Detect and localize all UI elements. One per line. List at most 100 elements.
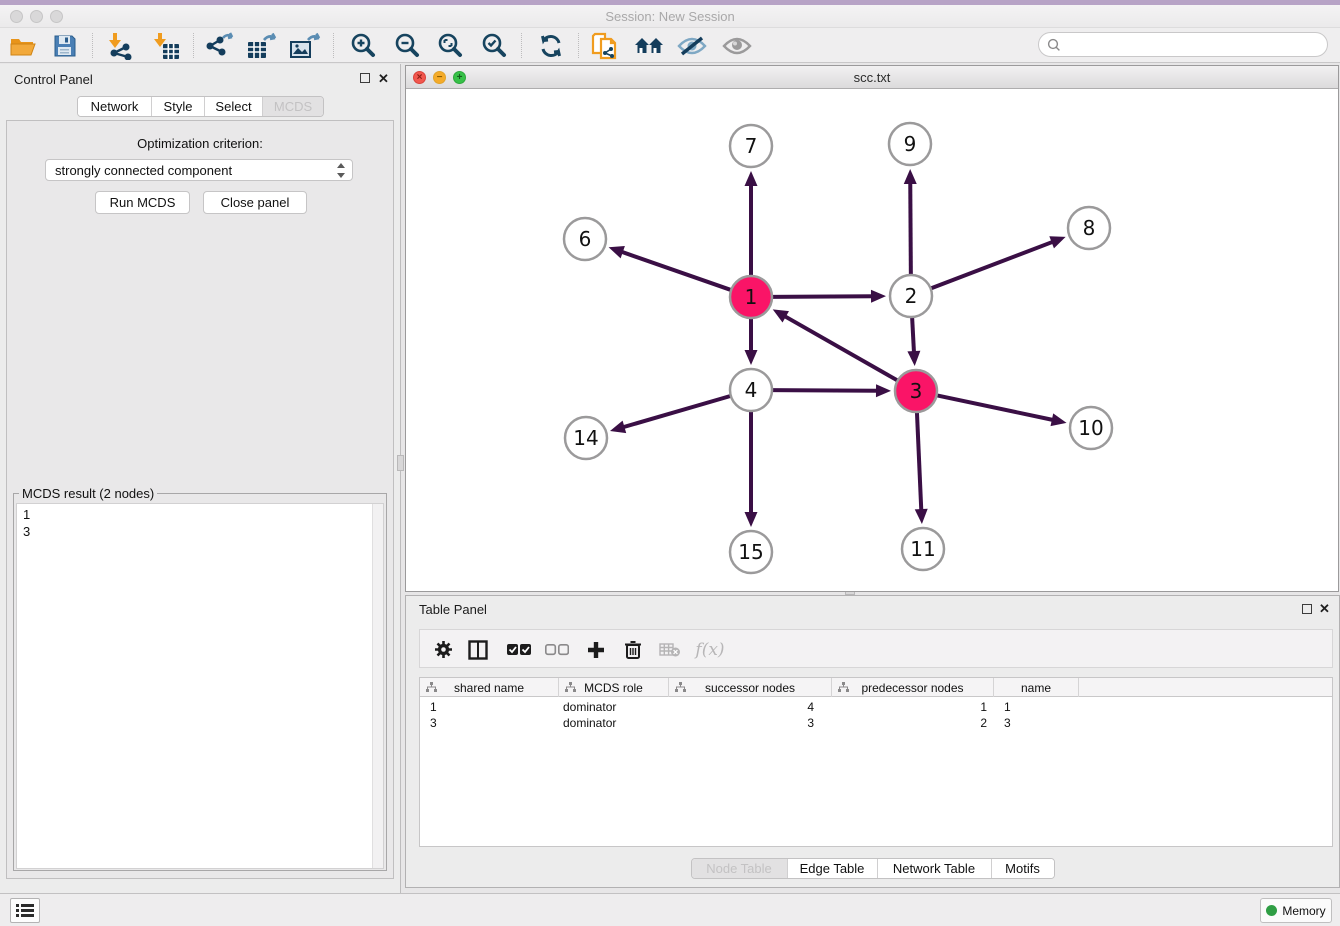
graph-node-label: 11 xyxy=(910,537,935,561)
zoom-in-icon[interactable] xyxy=(346,28,380,63)
column-header-mcds-role[interactable]: MCDS role xyxy=(559,678,669,697)
select-all-icon[interactable] xyxy=(504,630,534,669)
network-graph[interactable]: 7968124314101511 xyxy=(407,90,1339,592)
graph-edge-4-3[interactable] xyxy=(772,390,878,391)
search-icon xyxy=(1047,38,1061,52)
delete-column-icon[interactable] xyxy=(619,630,647,669)
new-network-from-selection-icon[interactable] xyxy=(588,28,622,63)
graph-edge-3-10[interactable] xyxy=(937,395,1054,420)
column-type-icon xyxy=(838,682,849,693)
control-panel-tabs: Network Style Select MCDS xyxy=(77,96,324,117)
table-row[interactable]: 3 dominator 3 2 3 xyxy=(420,715,1332,731)
graph-node-label: 2 xyxy=(905,284,918,308)
column-type-icon xyxy=(426,682,437,693)
tab-style[interactable]: Style xyxy=(152,97,205,116)
graph-edge-1-2[interactable] xyxy=(772,296,873,297)
graph-edge-3-1[interactable] xyxy=(784,316,898,381)
graph-node-label: 15 xyxy=(738,540,763,564)
graph-edge-arrowhead xyxy=(907,351,920,366)
graph-edge-4-14[interactable] xyxy=(622,396,730,428)
delete-table-icon xyxy=(656,630,684,669)
close-window-button[interactable] xyxy=(10,10,23,23)
deselect-all-icon[interactable] xyxy=(542,630,572,669)
result-scrollbar[interactable] xyxy=(372,504,383,868)
graph-edge-2-3[interactable] xyxy=(912,317,914,353)
graph-edge-3-11[interactable] xyxy=(917,412,921,511)
cell-mcds-role: dominator xyxy=(559,715,669,731)
toolbar-separator xyxy=(92,33,93,58)
graph-node-label: 8 xyxy=(1083,216,1096,240)
table-row[interactable]: 1 dominator 4 1 1 xyxy=(420,699,1332,715)
first-neighbors-icon[interactable] xyxy=(630,28,668,63)
vertical-splitter-handle[interactable] xyxy=(397,455,404,471)
column-header-predecessor-nodes[interactable]: predecessor nodes xyxy=(832,678,994,697)
graph-edge-arrowhead xyxy=(609,246,625,258)
tab-network-table[interactable]: Network Table xyxy=(878,859,992,878)
minimize-window-button[interactable] xyxy=(30,10,43,23)
criterion-value: strongly connected component xyxy=(55,163,232,178)
refresh-layout-icon[interactable] xyxy=(534,28,568,63)
float-panel-icon[interactable] xyxy=(360,73,370,83)
maximize-window-button[interactable] xyxy=(50,10,63,23)
cell-shared-name: 3 xyxy=(420,715,559,731)
graph-edge-2-8[interactable] xyxy=(931,242,1054,289)
zoom-out-icon[interactable] xyxy=(390,28,424,63)
add-column-icon[interactable] xyxy=(582,630,610,669)
export-table-icon[interactable] xyxy=(244,28,280,63)
graph-node-label: 6 xyxy=(579,227,592,251)
table-header-row: shared name MCDS role successor nodes pr… xyxy=(420,678,1332,697)
graph-edge-arrowhead xyxy=(1051,413,1067,426)
export-network-icon[interactable] xyxy=(201,28,237,63)
tab-select[interactable]: Select xyxy=(205,97,263,116)
import-network-icon[interactable] xyxy=(102,28,138,63)
tab-edge-table[interactable]: Edge Table xyxy=(788,859,878,878)
graph-edge-1-6[interactable] xyxy=(621,252,731,291)
graph-edge-2-9[interactable] xyxy=(910,182,911,275)
minimize-network-icon[interactable]: − xyxy=(433,71,446,84)
float-table-panel-icon[interactable] xyxy=(1302,604,1312,614)
close-network-icon[interactable]: × xyxy=(413,71,426,84)
column-layout-icon[interactable] xyxy=(464,630,492,669)
mcds-panel-body: Optimization criterion: strongly connect… xyxy=(6,120,394,879)
tab-motifs[interactable]: Motifs xyxy=(992,859,1054,878)
node-table[interactable]: shared name MCDS role successor nodes pr… xyxy=(419,677,1333,847)
table-panel: Table Panel ✕ f(x) xyxy=(405,595,1340,888)
zoom-network-icon[interactable]: + xyxy=(453,71,466,84)
graph-edge-arrowhead xyxy=(1049,236,1065,248)
graph-edge-arrowhead xyxy=(904,169,917,184)
network-window-titlebar: × − + scc.txt xyxy=(406,66,1338,89)
tab-node-table[interactable]: Node Table xyxy=(692,859,788,878)
column-header-shared-name[interactable]: shared name xyxy=(420,678,559,697)
criterion-select[interactable]: strongly connected component xyxy=(45,159,353,181)
column-header-name[interactable]: name xyxy=(994,678,1079,697)
graph-node-label: 4 xyxy=(745,378,758,402)
tab-network[interactable]: Network xyxy=(78,97,152,116)
close-panel-icon[interactable]: ✕ xyxy=(378,72,389,85)
column-header-successor-nodes[interactable]: successor nodes xyxy=(669,678,832,697)
column-type-icon xyxy=(675,682,686,693)
save-session-icon[interactable] xyxy=(48,28,82,63)
status-bar: Memory xyxy=(0,893,1340,926)
toolbar-separator xyxy=(578,33,579,58)
run-mcds-button[interactable]: Run MCDS xyxy=(95,191,190,214)
graph-node-label: 7 xyxy=(745,134,758,158)
hide-selected-icon[interactable] xyxy=(674,28,710,63)
application-window: Session: New Session xyxy=(0,0,1340,926)
zoom-fit-icon[interactable] xyxy=(433,28,467,63)
open-folder-icon[interactable] xyxy=(6,28,40,63)
memory-label: Memory xyxy=(1282,904,1325,918)
gear-icon[interactable] xyxy=(430,630,456,669)
tab-mcds[interactable]: MCDS xyxy=(263,97,323,116)
memory-button[interactable]: Memory xyxy=(1260,898,1332,923)
show-all-icon[interactable] xyxy=(719,28,755,63)
result-line: 3 xyxy=(17,523,383,540)
search-input[interactable] xyxy=(1038,32,1328,57)
function-builder-icon: f(x) xyxy=(692,630,728,669)
import-table-icon[interactable] xyxy=(147,28,183,63)
export-image-icon[interactable] xyxy=(287,28,323,63)
close-table-panel-icon[interactable]: ✕ xyxy=(1319,602,1330,615)
mcds-result-list[interactable]: 1 3 xyxy=(16,503,384,869)
task-history-button[interactable] xyxy=(10,898,40,923)
zoom-selected-icon[interactable] xyxy=(477,28,511,63)
close-panel-button[interactable]: Close panel xyxy=(203,191,307,214)
